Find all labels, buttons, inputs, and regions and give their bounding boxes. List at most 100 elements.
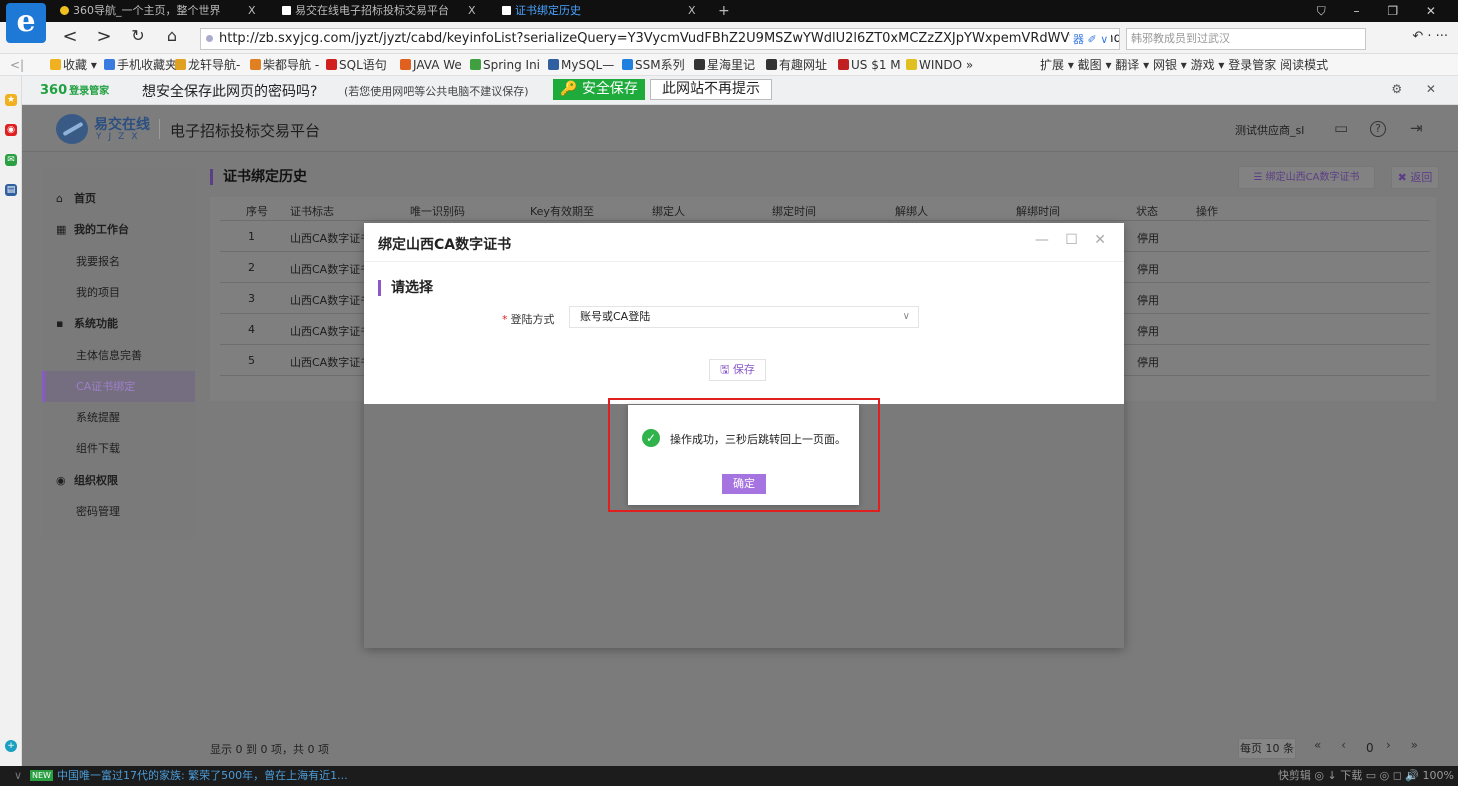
safe-save-button[interactable]: 🔑 安全保存 [553, 79, 645, 100]
tab-yjzx-platform[interactable]: 易交在线电子招标投标交易平台 [282, 0, 462, 22]
news-icon[interactable]: ▤ [5, 184, 17, 196]
app-brand-sub: YJZX [96, 132, 145, 142]
modal-window-controls[interactable]: — ☐ ✕ [1035, 232, 1112, 248]
favorite-item[interactable]: 柴都导航 - [250, 54, 320, 75]
table-header: 绑定人 [652, 205, 685, 218]
login-method-select[interactable]: 账号或CA登陆 ∨ [569, 306, 919, 328]
favorite-item[interactable]: JAVA We [400, 54, 462, 75]
sidebar-item[interactable]: CA证书绑定 [42, 371, 195, 402]
page-size-select[interactable]: 每页 10 条 [1238, 738, 1296, 759]
home-icon[interactable]: ⌂ [160, 26, 184, 45]
tab-label: 360导航_一个主页，整个世界 [73, 4, 221, 17]
favorite-item[interactable]: 有趣网址 [766, 54, 827, 75]
favorite-item[interactable]: Spring Ini [470, 54, 541, 75]
favorite-icon [470, 59, 481, 70]
table-cell-no: 2 [248, 261, 255, 274]
weibo-icon[interactable]: ◉ [5, 124, 17, 136]
key-icon: 🔑 [560, 81, 578, 97]
table-cell-status: 停用 [1137, 263, 1159, 276]
refresh-icon[interactable]: ↻ [126, 26, 150, 45]
table-cell-no: 5 [248, 354, 255, 367]
browser-menu-icon[interactable]: ↶ · ··· [1412, 29, 1448, 44]
favorite-item[interactable]: 手机收藏夹 [104, 54, 177, 75]
favorite-icon [50, 59, 61, 70]
browser-logo-icon[interactable]: e [6, 3, 46, 43]
pager-next[interactable]: › » [1386, 738, 1426, 752]
favorite-label: MySQL— [561, 58, 615, 72]
favorite-item[interactable]: 收藏 ▾ [50, 54, 97, 75]
tab-close-icon[interactable]: X [468, 0, 484, 22]
password-question: 想安全保存此网页的密码吗? [142, 84, 318, 100]
chevron-down-icon: ∨ [902, 311, 910, 322]
sidebar-item-label: 系统功能 [74, 317, 118, 330]
message-icon[interactable]: ▭ [1334, 119, 1348, 137]
favorite-item[interactable]: SQL语句 [326, 54, 387, 75]
save-button[interactable]: 🖫 保存 [709, 359, 766, 381]
sidebar-item[interactable]: ◉ 组织权限 [42, 465, 195, 496]
url-input[interactable]: http://zb.sxyjcg.com/jyzt/jyzt/cabd/keyi… [200, 28, 1120, 50]
sidebar-item[interactable]: ▦ 我的工作台 [42, 214, 195, 245]
table-cell-status: 停用 [1137, 232, 1159, 245]
modal-title: 绑定山西CA数字证书 [378, 237, 512, 253]
back-button[interactable]: ✖ 返回 [1391, 166, 1439, 189]
tab-close-icon[interactable]: X [248, 0, 264, 22]
tab-360-nav[interactable]: 360导航_一个主页，整个世界 [60, 0, 260, 22]
sidebar-item[interactable]: 组件下载 [42, 433, 195, 464]
favorite-item[interactable]: MySQL— [548, 54, 615, 75]
favorite-label: Spring Ini [483, 58, 541, 72]
new-tab-icon[interactable]: + [718, 0, 734, 22]
table-header: Key有效期至 [530, 205, 594, 218]
browser-tab-bar: e 360导航_一个主页，整个世界 X 易交在线电子招标投标交易平台 X 证书绑… [0, 0, 1458, 43]
mail-icon[interactable]: ✉ [5, 154, 17, 166]
forward-icon[interactable]: > [92, 26, 116, 47]
favorite-icon [838, 59, 849, 70]
window-controls[interactable]: ⛉ – ❐ ✕ [1317, 0, 1448, 22]
login-method-value: 账号或CA登陆 [580, 310, 651, 323]
favorite-icon [326, 59, 337, 70]
sidebar-item-label: 我要报名 [76, 255, 120, 268]
favorite-label: SSM系列 [635, 58, 685, 72]
password-bar-controls[interactable]: ⚙ ✕ [1391, 82, 1446, 96]
favorite-icon [622, 59, 633, 70]
sidebar-item[interactable]: 密码管理 [42, 496, 195, 527]
sidebar-item[interactable]: 我的项目 [42, 277, 195, 308]
favorite-item[interactable]: 星海里记 [694, 54, 755, 75]
sidebar-item[interactable]: ▪ 系统功能 [42, 308, 195, 339]
sidebar-item[interactable]: ⌂ 首页 [42, 183, 195, 214]
sidebar-item-label: 我的项目 [76, 286, 120, 299]
sidebar-toggle-icon[interactable]: <| [10, 54, 24, 75]
logout-icon[interactable]: ⇥ [1410, 119, 1423, 137]
pager-prev[interactable]: « ‹ [1314, 738, 1354, 752]
sidebar-item[interactable]: 我要报名 [42, 246, 195, 277]
status-tools[interactable]: 快剪辑 ◎ ↓ 下载 ▭ ◎ ◻ 🔊 100% [1278, 766, 1454, 786]
table-cell-cert: 山西CA数字证书 [290, 356, 372, 369]
tab-cert-history[interactable]: 证书绑定历史 [502, 0, 682, 22]
browser-status-bar: ∨ NEW 中国唯一富过17代的家族: 繁荣了500年，曾在上海有近1... 快剪… [0, 766, 1458, 786]
pager-current: 0 [1366, 741, 1374, 755]
current-user[interactable]: 测试供应商_sl [1235, 122, 1304, 138]
search-input[interactable]: 韩邪教成员到过武汉 [1126, 28, 1366, 50]
favorite-star-icon[interactable]: ★ [5, 94, 17, 106]
table-header: 状态 [1136, 205, 1158, 218]
help-icon[interactable]: ? [1370, 121, 1386, 137]
bind-ca-button[interactable]: ☰ 绑定山西CA数字证书 [1238, 166, 1375, 189]
never-prompt-button[interactable]: 此网站不再提示 [650, 79, 772, 100]
url-tools[interactable]: 器 ✐ ∨ [1070, 31, 1112, 47]
add-icon[interactable]: + [5, 740, 17, 752]
sidebar-item-label: 组件下载 [76, 442, 120, 455]
sidebar-item[interactable]: 主体信息完善 [42, 340, 195, 371]
table-cell-status: 停用 [1137, 356, 1159, 369]
favorite-item[interactable]: US $1 M [838, 54, 901, 75]
tab-close-icon[interactable]: X [688, 0, 704, 22]
favorite-item[interactable]: 龙轩导航- [175, 54, 240, 75]
favorites-tools[interactable]: 扩展 ▾ 截图 ▾ 翻译 ▾ 网银 ▾ 游戏 ▾ 登录管家 阅读模式 [1040, 54, 1328, 75]
news-ticker[interactable]: NEW 中国唯一富过17代的家族: 繁荣了500年，曾在上海有近1... [30, 766, 348, 786]
favorite-label: 柴都导航 - [263, 58, 320, 72]
favorite-item[interactable]: WINDO » [906, 54, 973, 75]
back-icon[interactable]: < [58, 26, 82, 47]
expand-icon[interactable]: ∨ [14, 766, 22, 786]
sidebar-item[interactable]: 系统提醒 [42, 402, 195, 433]
table-header: 序号 [246, 205, 268, 218]
favorite-item[interactable]: SSM系列 [622, 54, 685, 75]
table-header: 解绑人 [895, 205, 928, 218]
